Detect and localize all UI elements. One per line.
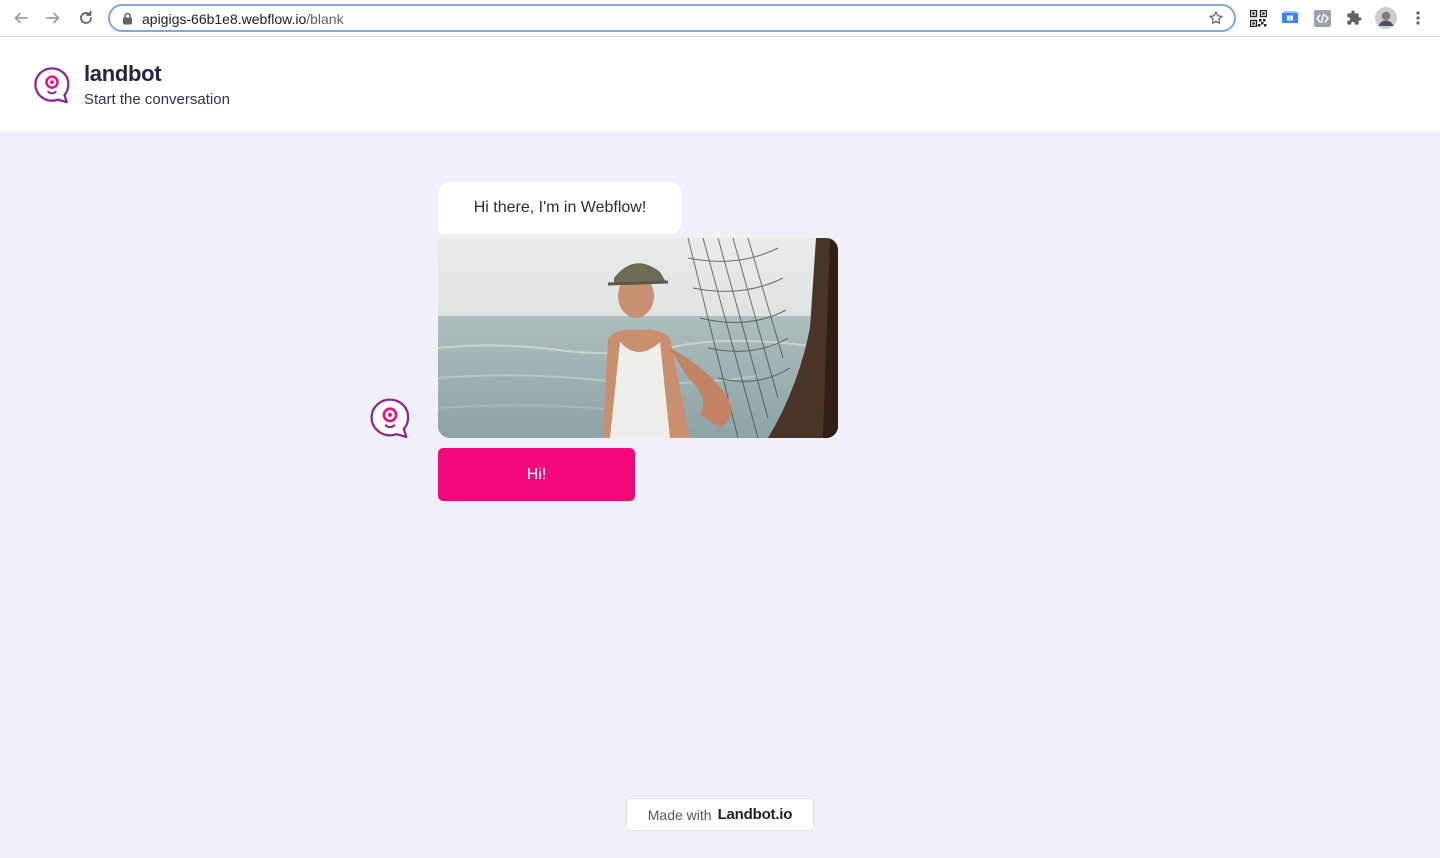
url-path: /blank [306,11,344,27]
puzzle-icon[interactable] [1345,9,1363,27]
svg-text:1: 1 [1288,16,1291,22]
brand-name: landbot [84,61,162,86]
landbot-logo-icon [33,66,71,109]
bot-message-bubble: Hi there, I'm in Webflow! [438,182,682,234]
made-with-text: Made with [647,806,712,823]
extension-icon[interactable]: 1 [1281,9,1299,27]
profile-avatar[interactable] [1375,7,1397,29]
header-subtitle: Start the conversation [84,91,230,108]
url-host: apigigs-66b1e8.webflow.io [142,11,307,27]
address-bar[interactable]: apigigs-66b1e8.webflow.io/blank [108,4,1236,32]
message-gif-image [438,238,838,438]
landbot-io-brand: Landbot.io [717,806,793,823]
made-with-landbot-link[interactable]: Made with Landbot.io [626,798,814,831]
url-text: apigigs-66b1e8.webflow.io/blank [142,11,344,27]
bot-message-text: Hi there, I'm in Webflow! [473,199,647,216]
browser-toolbar: apigigs-66b1e8.webflow.io/blank 1 [0,0,1440,37]
reload-icon[interactable] [75,8,97,28]
lock-icon [122,12,133,30]
qr-code-icon[interactable] [1249,9,1267,27]
hi-reply-button[interactable]: Hi! [438,448,635,501]
kebab-menu-icon[interactable] [1409,9,1427,27]
code-icon[interactable] [1313,9,1331,27]
star-icon[interactable] [1208,10,1224,31]
page-header: landbot Start the conversation [0,37,1440,132]
bot-avatar-icon [369,397,411,444]
forward-arrow-icon[interactable] [42,8,64,28]
back-arrow-icon[interactable] [10,8,32,28]
